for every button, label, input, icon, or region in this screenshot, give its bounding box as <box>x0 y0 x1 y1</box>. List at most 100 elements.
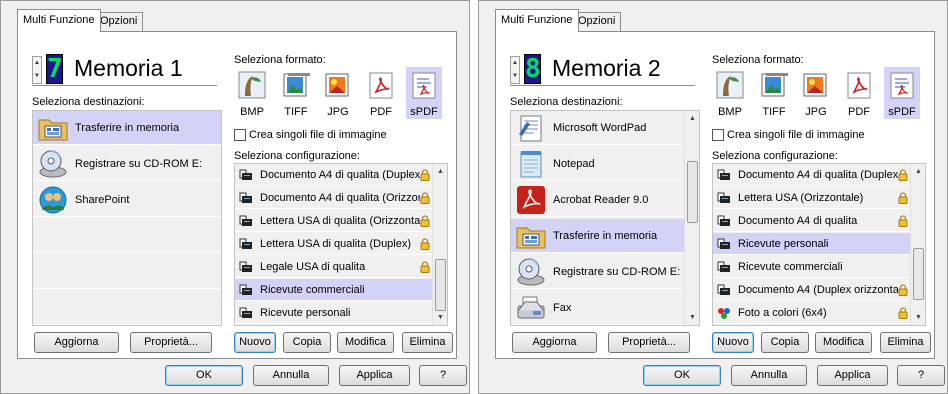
scanner-properties-dialog-1: Multi Funzione Opzioni ▲ ▼ 7 Memoria 1 Selezio… <box>0 0 470 394</box>
tab-panel: ▲ ▼ 8 Memoria 2 Seleziona destinazioni: Micro… <box>495 31 935 359</box>
lock-icon <box>420 168 430 181</box>
format-option-3[interactable]: PDF <box>363 67 399 119</box>
spinner-up-icon[interactable]: ▲ <box>511 57 519 70</box>
destination-item[interactable]: Fax <box>511 291 686 325</box>
destination-item[interactable]: Registrare su CD-ROM E: <box>511 255 686 289</box>
configuration-item[interactable]: Lettera USA di qualita (Orizzontale) <box>235 210 434 232</box>
format-label-text: BMP <box>240 106 264 118</box>
configurations-scrollbar[interactable]: ▲ ▼ <box>910 164 925 325</box>
apply-button[interactable]: Applica <box>339 365 410 386</box>
destination-item[interactable] <box>33 255 221 289</box>
configuration-item[interactable]: Ricevute personali <box>713 233 912 255</box>
memory-spinner[interactable]: ▲ ▼ <box>32 56 42 84</box>
destination-item[interactable]: SharePoint <box>33 183 221 217</box>
scroll-up-icon[interactable]: ▲ <box>911 164 925 179</box>
configurations-list[interactable]: Documento A4 di qualita (Duplex ... Docum… <box>234 163 448 326</box>
tab-multi-funzione[interactable]: Multi Funzione <box>495 9 579 32</box>
apply-button[interactable]: Applica <box>817 365 888 386</box>
format-option-2[interactable]: JPG <box>798 67 834 119</box>
properties-button[interactable]: Proprietà... <box>130 332 212 353</box>
configuration-item[interactable]: Ricevute commerciali <box>235 279 434 301</box>
copy-button[interactable]: Copia <box>283 332 331 353</box>
single-files-checkbox[interactable]: Crea singoli file di immagine <box>234 129 387 141</box>
format-option-2[interactable]: JPG <box>320 67 356 119</box>
destination-item[interactable]: Notepad <box>511 147 686 181</box>
scroll-up-icon[interactable]: ▲ <box>685 111 699 126</box>
destination-item[interactable]: Microsoft WordPad <box>511 111 686 145</box>
configuration-item[interactable]: Legale USA di qualita <box>235 256 434 278</box>
format-option-1[interactable]: TIFF <box>756 67 792 119</box>
properties-button[interactable]: Proprietà... <box>608 332 690 353</box>
destinations-list[interactable]: Trasferire in memoria Registrare su CD-RO… <box>32 110 222 326</box>
configuration-label: Documento A4 di qualita (Orizzont... <box>260 191 420 204</box>
cancel-button[interactable]: Annulla <box>253 365 329 386</box>
destination-item[interactable]: Trasferire in memoria <box>511 219 686 253</box>
destination-item[interactable]: Trasferire in memoria <box>33 111 221 145</box>
edit-button[interactable]: Modifica <box>815 332 872 353</box>
format-option-3[interactable]: PDF <box>841 67 877 119</box>
configurations-list[interactable]: Documento A4 di qualita (Duplex) Lettera … <box>712 163 926 326</box>
configuration-item[interactable]: Ricevute personali <box>235 302 434 324</box>
lock-icon <box>898 283 908 296</box>
edit-button[interactable]: Modifica <box>337 332 394 353</box>
help-button[interactable]: ? <box>419 365 467 386</box>
configuration-item[interactable]: Lettera USA di qualita (Duplex) <box>235 233 434 255</box>
refresh-button[interactable]: Aggiorna <box>34 332 119 353</box>
delete-button[interactable]: Elimina <box>402 332 453 353</box>
ok-button[interactable]: OK <box>643 365 721 386</box>
jpg-format-icon <box>801 70 831 100</box>
spinner-up-icon[interactable]: ▲ <box>33 57 41 70</box>
scrollbar-thumb[interactable] <box>913 248 924 300</box>
scroll-up-icon[interactable]: ▲ <box>433 164 447 179</box>
scanner-icon <box>239 192 253 204</box>
configuration-item[interactable]: Lettera USA (Orizzontale) <box>713 187 912 209</box>
format-option-1[interactable]: TIFF <box>278 67 314 119</box>
destination-item[interactable] <box>33 219 221 253</box>
format-option-0[interactable]: BMP <box>234 67 270 119</box>
configuration-item[interactable]: Foto a colori (6x4) <box>713 302 912 324</box>
spinner-down-icon[interactable]: ▼ <box>33 70 41 83</box>
checkbox-box[interactable] <box>712 129 724 141</box>
configuration-item[interactable]: Documento A4 di qualita (Orizzont... <box>235 187 434 209</box>
memory-spinner[interactable]: ▲ ▼ <box>510 56 520 84</box>
tab-opzioni[interactable]: Opzioni <box>94 12 144 31</box>
ok-button[interactable]: OK <box>165 365 243 386</box>
help-button[interactable]: ? <box>897 365 945 386</box>
memory-digit-display: 7 <box>46 54 63 84</box>
destination-item[interactable] <box>33 291 221 325</box>
scrollbar-thumb[interactable] <box>435 259 446 311</box>
format-option-0[interactable]: BMP <box>712 67 748 119</box>
scroll-down-icon[interactable]: ▼ <box>911 310 925 325</box>
new-button[interactable]: Nuovo <box>234 332 276 353</box>
configurations-scrollbar[interactable]: ▲ ▼ <box>432 164 447 325</box>
format-option-4[interactable]: sPDF <box>884 67 920 119</box>
configuration-label: Lettera USA di qualita (Orizzontale) <box>260 214 420 227</box>
scroll-down-icon[interactable]: ▼ <box>685 310 699 325</box>
new-button[interactable]: Nuovo <box>712 332 754 353</box>
configuration-item[interactable]: Documento A4 di qualita <box>713 210 912 232</box>
destination-item[interactable]: Registrare su CD-ROM E: <box>33 147 221 181</box>
configuration-item[interactable]: Documento A4 di qualita (Duplex ... <box>235 164 434 186</box>
checkbox-box[interactable] <box>234 129 246 141</box>
scanner-icon <box>239 261 253 273</box>
cancel-button[interactable]: Annulla <box>731 365 807 386</box>
destinations-list[interactable]: Microsoft WordPad Notepad Acrobat Reader 9… <box>510 110 700 326</box>
lock-icon <box>420 260 430 273</box>
refresh-button[interactable]: Aggiorna <box>512 332 597 353</box>
delete-button[interactable]: Elimina <box>880 332 931 353</box>
single-files-checkbox[interactable]: Crea singoli file di immagine <box>712 129 865 141</box>
configuration-item[interactable]: Ricevute commerciali <box>713 256 912 278</box>
configuration-item[interactable]: Documento A4 (Duplex orizzontale) <box>713 279 912 301</box>
format-option-4[interactable]: sPDF <box>406 67 442 119</box>
tab-multi-funzione[interactable]: Multi Funzione <box>17 9 101 32</box>
scrollbar-thumb[interactable] <box>687 161 698 223</box>
configuration-item[interactable]: Documento A4 di qualita (Duplex) <box>713 164 912 186</box>
copy-button[interactable]: Copia <box>761 332 809 353</box>
scanner-icon <box>239 169 253 181</box>
tab-opzioni[interactable]: Opzioni <box>572 12 622 31</box>
spinner-down-icon[interactable]: ▼ <box>511 70 519 83</box>
destination-item[interactable]: Acrobat Reader 9.0 <box>511 183 686 217</box>
destinations-scrollbar[interactable]: ▲ ▼ <box>684 111 699 325</box>
configuration-label: Foto a colori (6x4) <box>738 306 827 319</box>
scroll-down-icon[interactable]: ▼ <box>433 310 447 325</box>
